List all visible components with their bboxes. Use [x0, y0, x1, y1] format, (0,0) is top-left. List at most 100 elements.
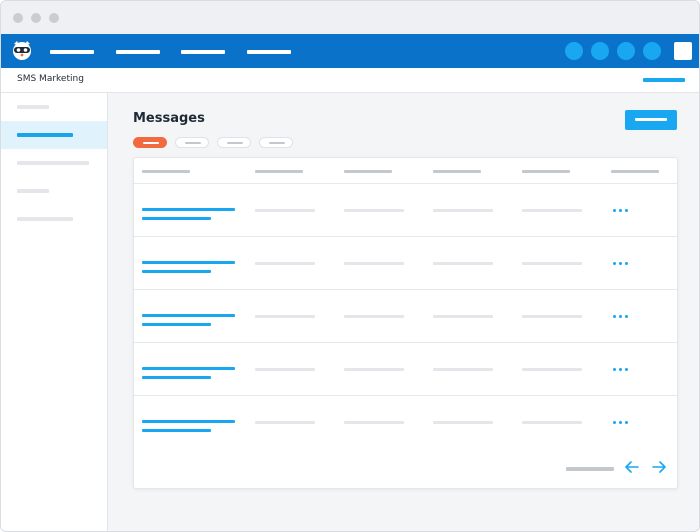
table-cell-4 [433, 209, 493, 212]
table-cell-5 [522, 209, 582, 212]
sidebar-item-5[interactable] [1, 205, 107, 233]
ellipsis-dot [619, 262, 622, 265]
top-navbar [1, 34, 699, 68]
browser-window: SMS Marketing Messages [0, 0, 700, 532]
messages-table [133, 157, 678, 489]
ellipsis-dot [625, 209, 628, 212]
nav-action-circle-1[interactable] [565, 42, 583, 60]
table-cell-4 [433, 262, 493, 265]
ellipsis-icon[interactable] [613, 209, 629, 213]
app-subheader: SMS Marketing [1, 68, 699, 93]
ellipsis-icon[interactable] [613, 262, 629, 266]
window-maximize-dot[interactable] [49, 13, 59, 23]
window-titlebar [1, 1, 699, 34]
message-name-link[interactable] [142, 367, 235, 370]
arrow-right-icon[interactable] [651, 459, 667, 475]
window-close-dot[interactable] [13, 13, 23, 23]
nav-link-4[interactable] [247, 50, 291, 54]
nav-action-circle-2[interactable] [591, 42, 609, 60]
ellipsis-dot [613, 209, 616, 212]
pagination-info [566, 467, 614, 471]
column-header-5[interactable] [522, 170, 570, 173]
table-row[interactable] [134, 183, 677, 236]
table-cell-3 [344, 315, 404, 318]
filter-pill-label [185, 142, 201, 144]
arrow-left-icon[interactable] [624, 459, 640, 475]
column-header-6[interactable] [611, 170, 659, 173]
table-cell-3 [344, 209, 404, 212]
ellipsis-dot [625, 262, 628, 265]
message-name-link[interactable] [142, 314, 235, 317]
table-row[interactable] [134, 289, 677, 342]
sidebar-item-3[interactable] [1, 149, 107, 177]
ellipsis-dot [619, 421, 622, 424]
table-cell-3 [344, 368, 404, 371]
nav-action-circle-4[interactable] [643, 42, 661, 60]
ellipsis-dot [625, 368, 628, 371]
ellipsis-dot [619, 368, 622, 371]
table-cell-2 [255, 262, 315, 265]
table-row[interactable] [134, 395, 677, 448]
table-cell-2 [255, 421, 315, 424]
table-cell-3 [344, 421, 404, 424]
column-header-3[interactable] [344, 170, 392, 173]
message-subtitle [142, 429, 211, 432]
message-name-link[interactable] [142, 208, 235, 211]
table-cell-4 [433, 421, 493, 424]
message-subtitle [142, 270, 211, 273]
nav-link-2[interactable] [116, 50, 160, 54]
table-cell-2 [255, 315, 315, 318]
ellipsis-dot [613, 262, 616, 265]
user-avatar[interactable] [674, 42, 692, 60]
ellipsis-dot [625, 315, 628, 318]
column-header-4[interactable] [433, 170, 481, 173]
table-cell-4 [433, 315, 493, 318]
sidebar-item-4[interactable] [1, 177, 107, 205]
filter-pill-label [269, 142, 285, 144]
sidebar-item-label [17, 217, 73, 221]
new-message-button[interactable] [625, 110, 677, 130]
message-name-link[interactable] [142, 420, 235, 423]
ellipsis-dot [613, 315, 616, 318]
ellipsis-dot [619, 315, 622, 318]
sidebar-item-label [17, 189, 49, 193]
ellipsis-dot [613, 368, 616, 371]
ellipsis-icon[interactable] [613, 315, 629, 319]
table-cell-2 [255, 209, 315, 212]
nav-action-circle-3[interactable] [617, 42, 635, 60]
sidebar-item-2-active[interactable] [1, 121, 107, 149]
window-minimize-dot[interactable] [31, 13, 41, 23]
table-cell-5 [522, 421, 582, 424]
filter-pill-2[interactable] [175, 137, 209, 148]
filter-pill-3[interactable] [217, 137, 251, 148]
table-cell-4 [433, 368, 493, 371]
app-title: SMS Marketing [17, 74, 84, 84]
nav-link-3[interactable] [181, 50, 225, 54]
raccoon-logo-icon[interactable] [10, 38, 34, 62]
page-title: Messages [133, 111, 205, 126]
filter-pill-label [143, 142, 159, 144]
sidebar-item-1[interactable] [1, 93, 107, 121]
nav-link-1[interactable] [50, 50, 94, 54]
message-name-link[interactable] [142, 261, 235, 264]
ellipsis-icon[interactable] [613, 368, 629, 372]
table-row[interactable] [134, 236, 677, 289]
filter-pill-label [227, 142, 243, 144]
column-header-1[interactable] [142, 170, 190, 173]
message-subtitle [142, 376, 211, 379]
subheader-link[interactable] [643, 78, 685, 82]
table-cell-5 [522, 368, 582, 371]
sidebar [1, 93, 108, 531]
message-subtitle [142, 323, 211, 326]
table-cell-5 [522, 315, 582, 318]
ellipsis-dot [625, 421, 628, 424]
ellipsis-icon[interactable] [613, 421, 629, 425]
table-row[interactable] [134, 342, 677, 395]
sidebar-item-label [17, 133, 73, 137]
filter-pill-4[interactable] [259, 137, 293, 148]
filter-pill-1-active[interactable] [133, 137, 167, 148]
table-cell-5 [522, 262, 582, 265]
ellipsis-dot [619, 209, 622, 212]
new-message-button-label [635, 118, 667, 121]
column-header-2[interactable] [255, 170, 303, 173]
